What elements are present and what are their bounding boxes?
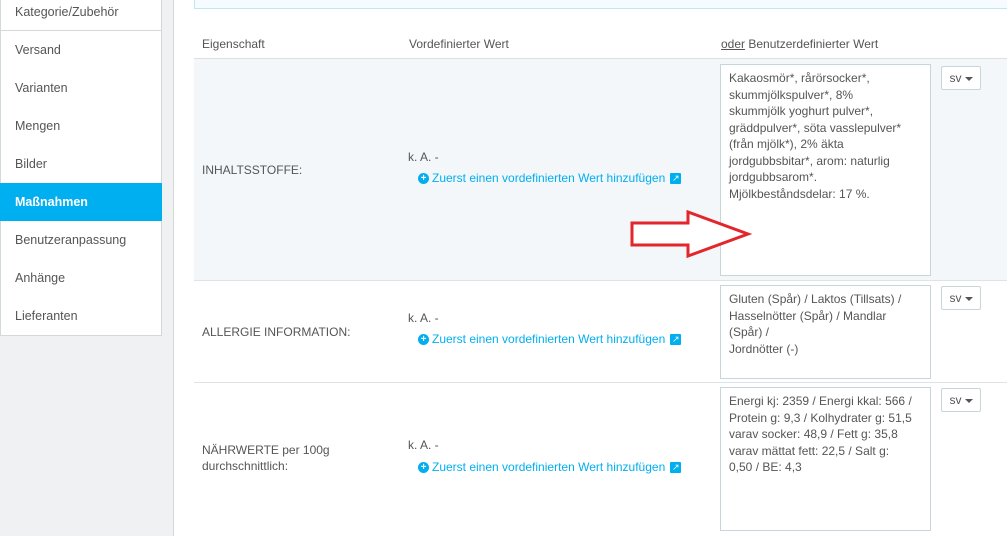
row-label: INHALTSSTOFFE:: [202, 163, 303, 177]
language-label: sv: [949, 291, 962, 305]
sidebar-item-benutzeranpassung[interactable]: Benutzeranpassung: [0, 221, 162, 260]
sidebar-item-label: Kategorie/Zubehör: [15, 5, 119, 19]
add-link-label: Zuerst einen vordefinierten Wert hinzufü…: [432, 460, 666, 474]
custom-value-textarea[interactable]: Energi kj: 2359 / Energi kkal: 566 / Pro…: [720, 387, 931, 531]
plus-circle-icon: +: [418, 333, 429, 345]
external-link-icon: ↗: [670, 461, 682, 473]
sidebar-item-massnahmen[interactable]: Maßnahmen: [0, 183, 162, 222]
sidebar-item-label: Mengen: [15, 119, 61, 133]
language-label: sv: [949, 393, 962, 407]
sidebar-item-kategorie[interactable]: Kategorie/Zubehör: [0, 0, 162, 31]
red-arrow-annotation: [630, 210, 752, 258]
predefined-value: k. A. -: [408, 150, 439, 164]
language-label: sv: [949, 71, 962, 85]
sidebar-item-anhaenge[interactable]: Anhänge: [0, 259, 162, 298]
add-predefined-value-link[interactable]: + Zuerst einen vordefinierten Wert hinzu…: [418, 460, 682, 474]
header-predefined: Vordefinierter Wert: [409, 37, 509, 51]
caret-down-icon: [964, 398, 973, 403]
features-panel: Eigenschaft Vordefinierter Wert oder Ben…: [173, 0, 1007, 536]
caret-down-icon: [964, 296, 973, 301]
add-link-label: Zuerst einen vordefinierten Wert hinzufü…: [432, 332, 666, 346]
sidebar-item-label: Versand: [15, 43, 61, 57]
predefined-value: k. A. -: [408, 438, 439, 452]
add-link-label: Zuerst einen vordefinierten Wert hinzufü…: [432, 171, 666, 185]
add-predefined-value-link[interactable]: + Zuerst einen vordefinierten Wert hinzu…: [418, 171, 682, 185]
sidebar-item-bilder[interactable]: Bilder: [0, 145, 162, 184]
sidebar-item-lieferanten[interactable]: Lieferanten: [0, 297, 162, 336]
sidebar-item-label: Lieferanten: [15, 309, 78, 323]
sidebar-item-versand[interactable]: Versand: [0, 31, 162, 70]
external-link-icon: ↗: [670, 333, 682, 345]
sidebar-item-mengen[interactable]: Mengen: [0, 107, 162, 146]
sidebar-item-label: Anhänge: [15, 271, 66, 285]
add-predefined-value-link[interactable]: + Zuerst einen vordefinierten Wert hinzu…: [418, 332, 682, 346]
table-row-nutrition: NÄHRWERTE per 100g durchschnittlich: k. …: [194, 383, 1007, 536]
language-dropdown[interactable]: sv: [941, 388, 981, 412]
language-dropdown[interactable]: sv: [941, 66, 981, 90]
sidebar: Kategorie/Zubehör Versand Varianten Meng…: [0, 0, 162, 536]
table-row-allergy: ALLERGIE INFORMATION: k. A. - + Zuerst e…: [194, 281, 1007, 383]
header-custom: oder Benutzerdefinierter Wert: [721, 37, 878, 51]
custom-value-textarea[interactable]: Gluten (Spår) / Laktos (Tillsats) / Hass…: [720, 285, 931, 379]
plus-circle-icon: +: [418, 172, 429, 184]
sidebar-item-varianten[interactable]: Varianten: [0, 69, 162, 108]
row-label: ALLERGIE INFORMATION:: [202, 325, 351, 339]
predefined-value: k. A. -: [408, 311, 439, 325]
info-box: [194, 0, 1007, 9]
header-property: Eigenschaft: [202, 37, 265, 51]
sidebar-item-label: Varianten: [15, 81, 68, 95]
sidebar-item-label: Maßnahmen: [15, 195, 88, 209]
sidebar-item-label: Bilder: [15, 157, 47, 171]
table-row-ingredients: INHALTSSTOFFE: k. A. - + Zuerst einen vo…: [194, 59, 1007, 281]
header-custom-label: Benutzerdefinierter Wert: [745, 37, 879, 51]
sidebar-item-label: Benutzeranpassung: [15, 233, 127, 247]
caret-down-icon: [964, 76, 973, 81]
plus-circle-icon: +: [418, 461, 429, 473]
header-custom-prefix: oder: [721, 37, 746, 51]
external-link-icon: ↗: [670, 172, 682, 184]
row-label: NÄHRWERTE per 100g durchschnittlich:: [202, 443, 330, 473]
language-dropdown[interactable]: sv: [941, 286, 981, 310]
